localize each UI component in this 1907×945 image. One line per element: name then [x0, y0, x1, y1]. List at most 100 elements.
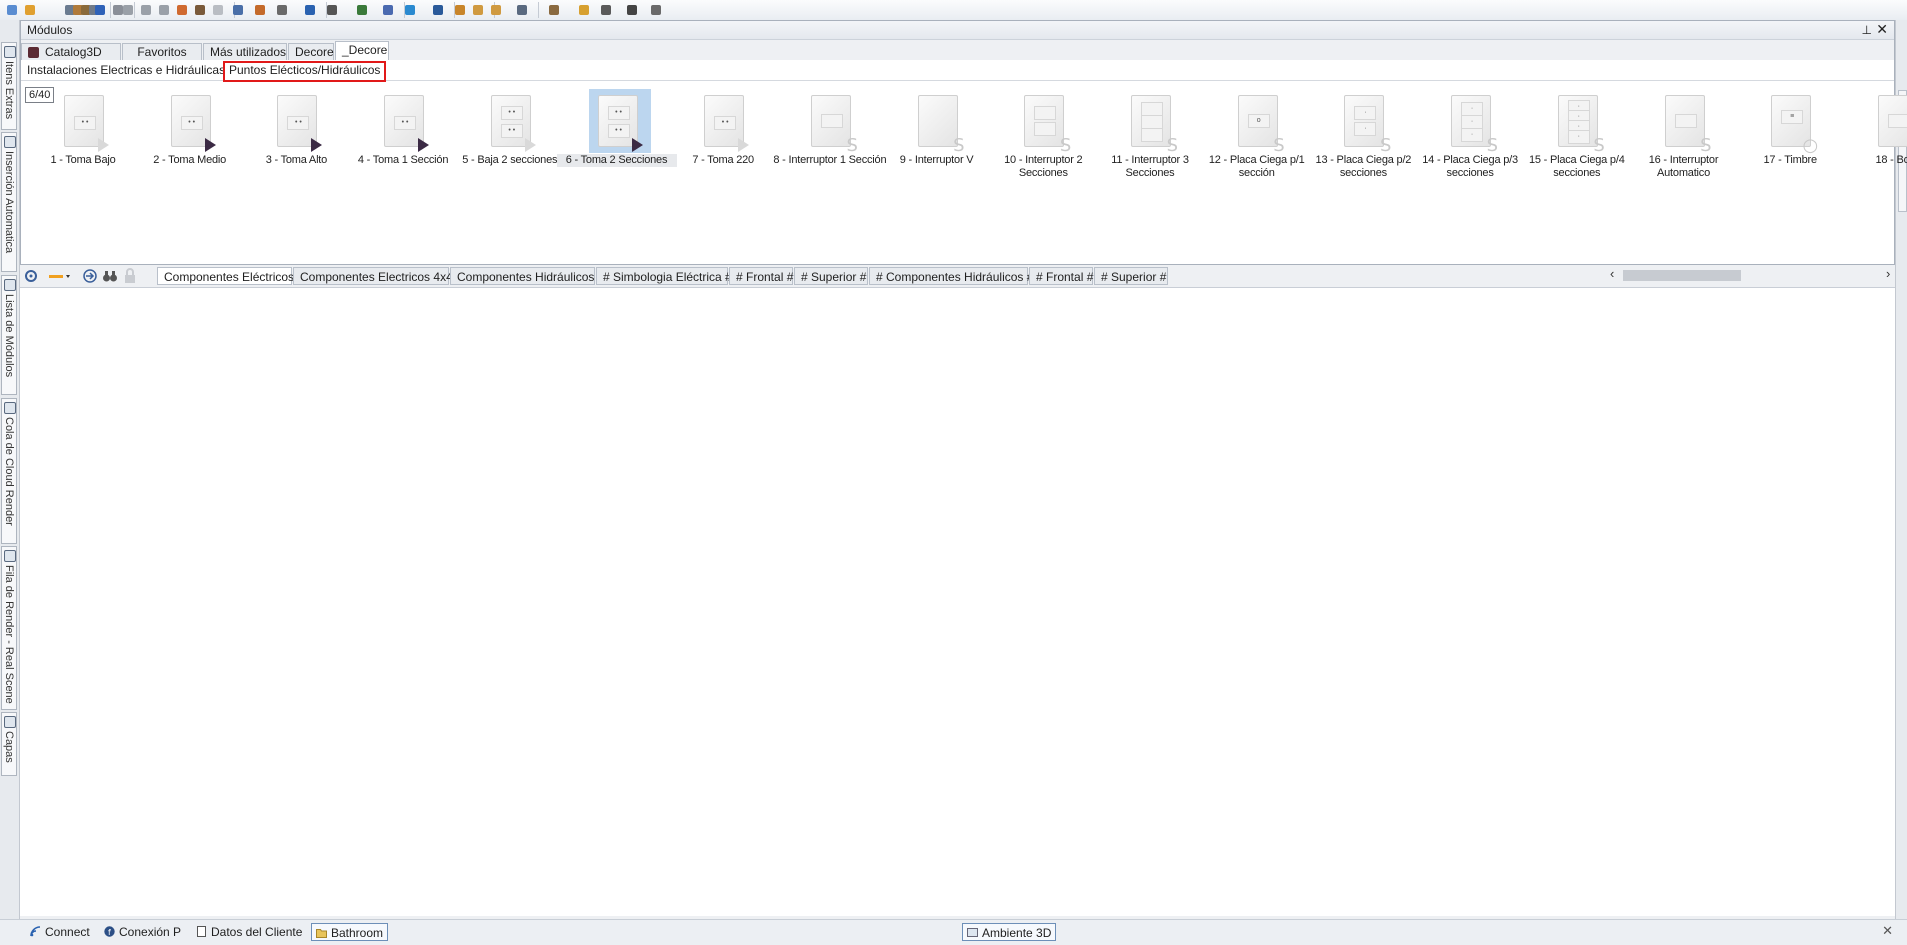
drawing-area[interactable] [20, 288, 1895, 916]
scroll-left-icon[interactable]: ‹ [1610, 266, 1614, 281]
module-item[interactable]: S 10 - Interruptor 2 Secciones [991, 89, 1095, 191]
status-label: Datos del Cliente [211, 925, 303, 939]
module-item[interactable]: 18 - Botó [1845, 89, 1907, 191]
module-item[interactable]: • • 4 - Toma 1 Sección [351, 89, 455, 191]
tab-mas-utilizados[interactable]: Más utilizados [203, 43, 287, 60]
module-item[interactable]: · · · S 14 - Placa Ciega p/3 secciones [1418, 89, 1522, 191]
export-icon[interactable] [82, 268, 98, 284]
render-camera-icon[interactable] [598, 2, 614, 18]
undo-icon[interactable] [92, 2, 108, 18]
status-conexion-p[interactable]: f Conexión P [100, 923, 185, 941]
tab-favoritos[interactable]: Favoritos [122, 43, 202, 60]
walk-icon-glyph [455, 5, 465, 15]
close-tab-icon[interactable]: ✕ [1882, 923, 1893, 939]
paste-icon[interactable] [156, 2, 172, 18]
tab-decore-underscore[interactable]: _Decore [335, 41, 389, 60]
cut-icon[interactable] [120, 2, 136, 18]
module-item[interactable]: • • 1 - Toma Bajo [31, 89, 135, 191]
lower-tab[interactable]: # Frontal # [729, 267, 793, 285]
subtab-instalaciones[interactable]: Instalaciones Electricas e Hidráulicas [23, 61, 229, 79]
module-item[interactable]: S8 - Interruptor 1 Sección [773, 89, 887, 191]
lower-tab[interactable]: Componentes Eléctricos [157, 267, 294, 285]
side-tab-cola-cloud-render[interactable]: Cola de Cloud Render [1, 398, 17, 544]
box-icon[interactable] [546, 2, 562, 18]
lower-tab[interactable]: # Frontal # [1029, 267, 1093, 285]
side-tab-fila-render[interactable]: Fila de Render - Real Scene [1, 546, 17, 710]
scroll-thumb[interactable] [1623, 270, 1741, 281]
module-item[interactable]: o S 12 - Placa Ciega p/1 sección [1205, 89, 1309, 191]
lower-tab-label: # Superior # [1101, 270, 1167, 284]
shape-icon[interactable] [274, 2, 290, 18]
layers-icon[interactable] [380, 2, 396, 18]
module-item[interactable]: • • • • 6 - Toma 2 Secciones [556, 89, 677, 191]
tab-decore[interactable]: Decore [288, 43, 334, 60]
modulos-panel: Módulos ⊥ ✕ Catalog3D Favoritos Más util… [20, 20, 1907, 265]
module-item[interactable]: • • 3 - Toma Alto [244, 89, 348, 191]
view-eye-icon[interactable] [430, 2, 446, 18]
3d-icon[interactable] [402, 2, 418, 18]
hammer-icon[interactable] [174, 2, 190, 18]
catalog-cube-icon [28, 47, 39, 58]
new-document-icon[interactable] [4, 2, 20, 18]
walk-icon[interactable] [452, 2, 468, 18]
light-icon[interactable] [576, 2, 592, 18]
module-item[interactable]: · · · · S 15 - Placa Ciega p/4 secciones [1525, 89, 1629, 191]
select-pointer-icon[interactable] [302, 2, 318, 18]
side-tab-label: Fila de Render - Real Scene [3, 565, 15, 704]
module-item[interactable]: · · S 13 - Placa Ciega p/2 secciones [1311, 89, 1415, 191]
horizontal-scrollbar[interactable]: ‹ › [1598, 266, 1895, 282]
photo-icon[interactable] [648, 2, 664, 18]
subtab-puntos-electricos[interactable]: Puntos Elécticos/Hidráulicos [223, 61, 387, 82]
lower-tab[interactable]: # Componentes Hidráulicos # [869, 267, 1033, 285]
dollar-icon[interactable] [354, 2, 370, 18]
camera-view-icon[interactable] [514, 2, 530, 18]
panel-title: Módulos [27, 23, 73, 37]
module-item[interactable]: • • 2 - Toma Medio [138, 89, 242, 191]
module-item[interactable]: ≡ ○ 17 - Timbre [1738, 89, 1842, 191]
wall-icon[interactable] [252, 2, 268, 18]
layout-icon[interactable] [230, 2, 246, 18]
side-tab-itens-extras[interactable]: Itens Extras [1, 42, 17, 130]
status-label: Connect [45, 925, 90, 939]
status-bathroom[interactable]: Bathroom [311, 923, 389, 941]
side-tab-capas[interactable]: Capas [1, 712, 17, 776]
open-folder-icon[interactable] [22, 2, 38, 18]
measure-icon[interactable] [324, 2, 340, 18]
lower-tab[interactable]: # Superior # [1094, 267, 1168, 285]
settings-tool-icon[interactable] [23, 268, 39, 284]
right-arrow-icon[interactable] [488, 2, 504, 18]
render-queue-icon [4, 550, 16, 562]
person-icon[interactable] [624, 2, 640, 18]
side-tab-lista-modulos[interactable]: Lista de Módulos [1, 275, 17, 395]
delete-icon[interactable] [210, 2, 226, 18]
close-icon[interactable]: ✕ [1876, 21, 1888, 38]
module-item[interactable]: • • 7 - Toma 220 [671, 89, 775, 191]
lower-tab[interactable]: Componentes Electricos 4x4 [293, 267, 453, 285]
lower-tab[interactable]: # Superior # [794, 267, 868, 285]
lock-icon[interactable] [122, 268, 138, 284]
tab-catalog3d[interactable]: Catalog3D [21, 43, 121, 60]
plate-slot [1034, 122, 1057, 136]
scroll-right-icon[interactable]: › [1886, 266, 1890, 281]
plate-slot [1887, 114, 1907, 128]
copy-icon[interactable] [138, 2, 154, 18]
line-style-icon[interactable] [48, 268, 72, 284]
status-ambiente-3d[interactable]: Ambiente 3D [962, 923, 1057, 941]
plate-icon: · · · · S [1557, 95, 1605, 156]
side-tab-insercion-automatica[interactable]: Inserción Automatica [1, 132, 17, 272]
layers-icon [4, 716, 16, 728]
left-arrow-icon[interactable] [470, 2, 486, 18]
module-item[interactable]: S9 - Interruptor V [885, 89, 989, 191]
module-item[interactable]: • • • • 5 - Baja 2 secciones [458, 89, 562, 191]
status-datos-cliente[interactable]: Datos del Cliente [192, 923, 306, 941]
status-connect[interactable]: Connect [26, 923, 94, 941]
module-item-label: 8 - Interruptor 1 Sección [773, 154, 887, 166]
lower-tab-label: Componentes Electricos 4x4 [300, 270, 453, 284]
lower-tab[interactable]: # Simbologia Eléctrica # [596, 267, 732, 285]
pin-icon[interactable]: ⊥ [1862, 23, 1872, 37]
binoculars-icon[interactable] [102, 268, 118, 284]
module-item[interactable]: S 16 - Interruptor Automatico [1632, 89, 1736, 191]
paint-icon[interactable] [192, 2, 208, 18]
module-item[interactable]: S 11 - Interruptor 3 Secciones [1098, 89, 1202, 191]
lower-tab[interactable]: Componentes Hidráulicos [450, 267, 595, 285]
